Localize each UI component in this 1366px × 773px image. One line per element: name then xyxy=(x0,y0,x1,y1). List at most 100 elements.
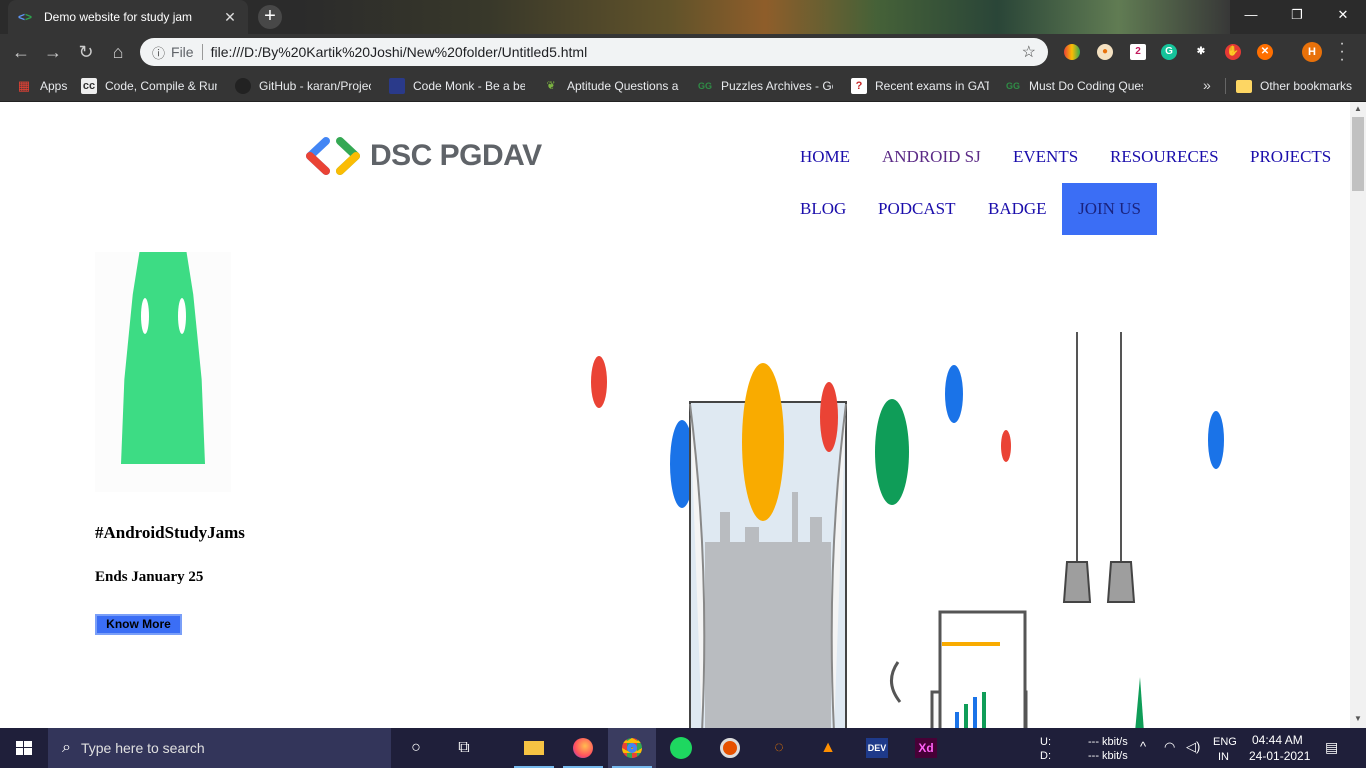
hero-title: #AndroidStudyJams xyxy=(95,523,245,542)
join-us-button[interactable]: JOIN US xyxy=(1062,183,1157,235)
nav-podcast[interactable]: PODCAST xyxy=(878,199,955,219)
bookmark-item[interactable]: cc Code, Compile & Run xyxy=(81,77,217,95)
extension-icon[interactable]: 2 xyxy=(1130,44,1146,60)
forward-arrow-icon[interactable]: → xyxy=(42,41,64,63)
bookmark-item[interactable]: ▦ Apps xyxy=(16,77,76,95)
dev-cpp-icon[interactable]: DEV xyxy=(853,728,901,768)
profile-avatar[interactable]: H xyxy=(1302,42,1322,62)
codemonk-icon xyxy=(389,78,405,94)
bookmark-item[interactable]: ❦ Aptitude Questions and xyxy=(543,77,679,95)
language-region[interactable]: IN xyxy=(1218,750,1229,764)
extension-icon[interactable]: ✱ xyxy=(1193,44,1209,60)
spotify-icon[interactable] xyxy=(657,728,705,768)
chrome-icon[interactable] xyxy=(608,728,656,768)
pendant-lamp xyxy=(1106,561,1136,603)
language-code[interactable]: ENG xyxy=(1213,735,1237,749)
bookmark-item[interactable]: GitHub - karan/Projects xyxy=(235,77,371,95)
maximize-button[interactable]: ❐ xyxy=(1274,0,1320,30)
divider xyxy=(1225,78,1226,94)
dsc-favicon-icon: <> xyxy=(18,10,33,24)
search-placeholder: Type here to search xyxy=(80,740,205,756)
net-up-value: --- kbit/s xyxy=(1088,736,1128,748)
close-window-button[interactable]: ✕ xyxy=(1320,0,1366,30)
net-down-label: D: xyxy=(1040,750,1051,762)
net-down-value: --- kbit/s xyxy=(1088,750,1128,762)
extension-icon[interactable]: ✕ xyxy=(1257,44,1273,60)
study-jam-illustration xyxy=(591,332,1224,728)
media-player-icon[interactable] xyxy=(706,728,754,768)
hero-subtitle: Ends January 25 xyxy=(95,569,204,585)
tab-close-icon[interactable]: ✕ xyxy=(222,9,238,26)
balloon-green xyxy=(875,399,909,505)
extension-icon[interactable]: ● xyxy=(1097,44,1113,60)
site-logo[interactable]: DSC PGDAV xyxy=(306,136,542,176)
scroll-down-arrow-icon[interactable]: ▼ xyxy=(1354,714,1362,723)
browser-tab[interactable]: <> Demo website for study jam ✕ xyxy=(8,0,248,34)
address-bar[interactable]: ⓘ File file:///D:/By%20Kartik%20Joshi/Ne… xyxy=(140,38,1048,66)
nav-android-sj[interactable]: ANDROID SJ xyxy=(882,147,981,167)
nav-home[interactable]: HOME xyxy=(800,147,850,167)
info-icon[interactable]: ⓘ xyxy=(152,43,165,62)
tab-title: Demo website for study jam xyxy=(44,10,193,24)
nav-projects[interactable]: PROJECTS xyxy=(1250,147,1331,167)
start-button[interactable] xyxy=(0,728,48,768)
browser-toolbar: ← → ↻ ⌂ ⓘ File file:///D:/By%20Kartik%20… xyxy=(0,34,1366,70)
gfg-icon: GG xyxy=(697,81,712,91)
tray-expand-icon[interactable]: ^ xyxy=(1140,740,1146,754)
nav-resources[interactable]: RESOURECES xyxy=(1110,147,1219,167)
scrollbar-thumb[interactable] xyxy=(1352,117,1364,191)
url-text[interactable]: file:///D:/By%20Kartik%20Joshi/New%20fol… xyxy=(211,44,1022,60)
bookmark-item[interactable]: Code Monk - Be a better xyxy=(389,77,525,95)
taskbar-search[interactable]: ⌕ Type here to search xyxy=(48,728,391,768)
logo-text: DSC PGDAV xyxy=(370,139,542,172)
notifications-icon[interactable]: ▤ xyxy=(1325,740,1338,754)
wifi-icon[interactable]: ◠ xyxy=(1164,740,1175,754)
extension-icon[interactable] xyxy=(1064,44,1080,60)
github-icon xyxy=(235,78,251,94)
nav-blog[interactable]: BLOG xyxy=(800,199,846,219)
extension-icon[interactable]: ✋ xyxy=(1225,44,1241,60)
nav-badge[interactable]: BADGE xyxy=(988,199,1047,219)
task-view-icon[interactable]: ⧉ xyxy=(440,728,488,768)
adobe-xd-icon[interactable]: Xd xyxy=(902,728,950,768)
apps-grid-icon: ▦ xyxy=(17,78,31,93)
cortana-icon[interactable]: ○ xyxy=(392,728,440,768)
back-arrow-icon[interactable]: ← xyxy=(10,41,32,63)
bookmark-item[interactable]: GG Must Do Coding Questions xyxy=(1005,77,1143,95)
other-bookmarks-folder[interactable]: Other bookmarks xyxy=(1236,77,1356,95)
gfg-icon: GG xyxy=(1005,81,1020,91)
balloon-red xyxy=(1001,430,1011,462)
page-scrollbar[interactable] xyxy=(1350,102,1366,728)
clock-date[interactable]: 24-01-2021 xyxy=(1249,749,1310,763)
net-up-label: U: xyxy=(1040,736,1051,748)
balloon-blue xyxy=(945,365,963,423)
search-icon: ⌕ xyxy=(62,739,71,756)
home-icon[interactable]: ⌂ xyxy=(107,41,129,63)
file-explorer-icon[interactable] xyxy=(510,728,558,768)
vlc-icon[interactable]: ▲ xyxy=(804,728,852,768)
minimize-button[interactable]: — xyxy=(1228,0,1274,30)
jupyter-icon[interactable]: ◌ xyxy=(755,728,803,768)
clock-time[interactable]: 04:44 AM xyxy=(1252,733,1303,747)
page-viewport: DSC PGDAV HOME ANDROID SJ EVENTS RESOURE… xyxy=(0,102,1350,728)
bookmark-item[interactable]: GG Puzzles Archives - Gee xyxy=(697,77,833,95)
firefox-icon[interactable] xyxy=(559,728,607,768)
new-tab-button[interactable]: + xyxy=(258,5,282,29)
volume-icon[interactable]: ◁) xyxy=(1186,740,1200,754)
balloon-red xyxy=(820,382,838,452)
android-eye xyxy=(178,298,186,334)
bookmark-star-icon[interactable]: ☆ xyxy=(1022,42,1036,62)
bookmark-item[interactable]: ? Recent exams in GATE xyxy=(851,77,989,95)
city-skyline xyxy=(705,542,831,728)
reload-icon[interactable]: ↻ xyxy=(75,41,97,63)
know-more-button[interactable]: Know More xyxy=(95,614,182,635)
browser-titlebar: <> Demo website for study jam ✕ + — ❐ ✕ xyxy=(0,0,1366,34)
android-eye xyxy=(141,298,149,334)
bookmarks-bar: ▦ Apps cc Code, Compile & Run GitHub - k… xyxy=(0,70,1366,102)
nav-events[interactable]: EVENTS xyxy=(1013,147,1078,167)
balloon-yellow xyxy=(742,363,784,521)
bookmarks-overflow-button[interactable]: » xyxy=(1203,77,1211,93)
menu-dots-icon[interactable]: · · · xyxy=(1336,36,1348,68)
scroll-up-arrow-icon[interactable]: ▲ xyxy=(1354,104,1362,113)
grammarly-icon[interactable]: G xyxy=(1161,44,1177,60)
